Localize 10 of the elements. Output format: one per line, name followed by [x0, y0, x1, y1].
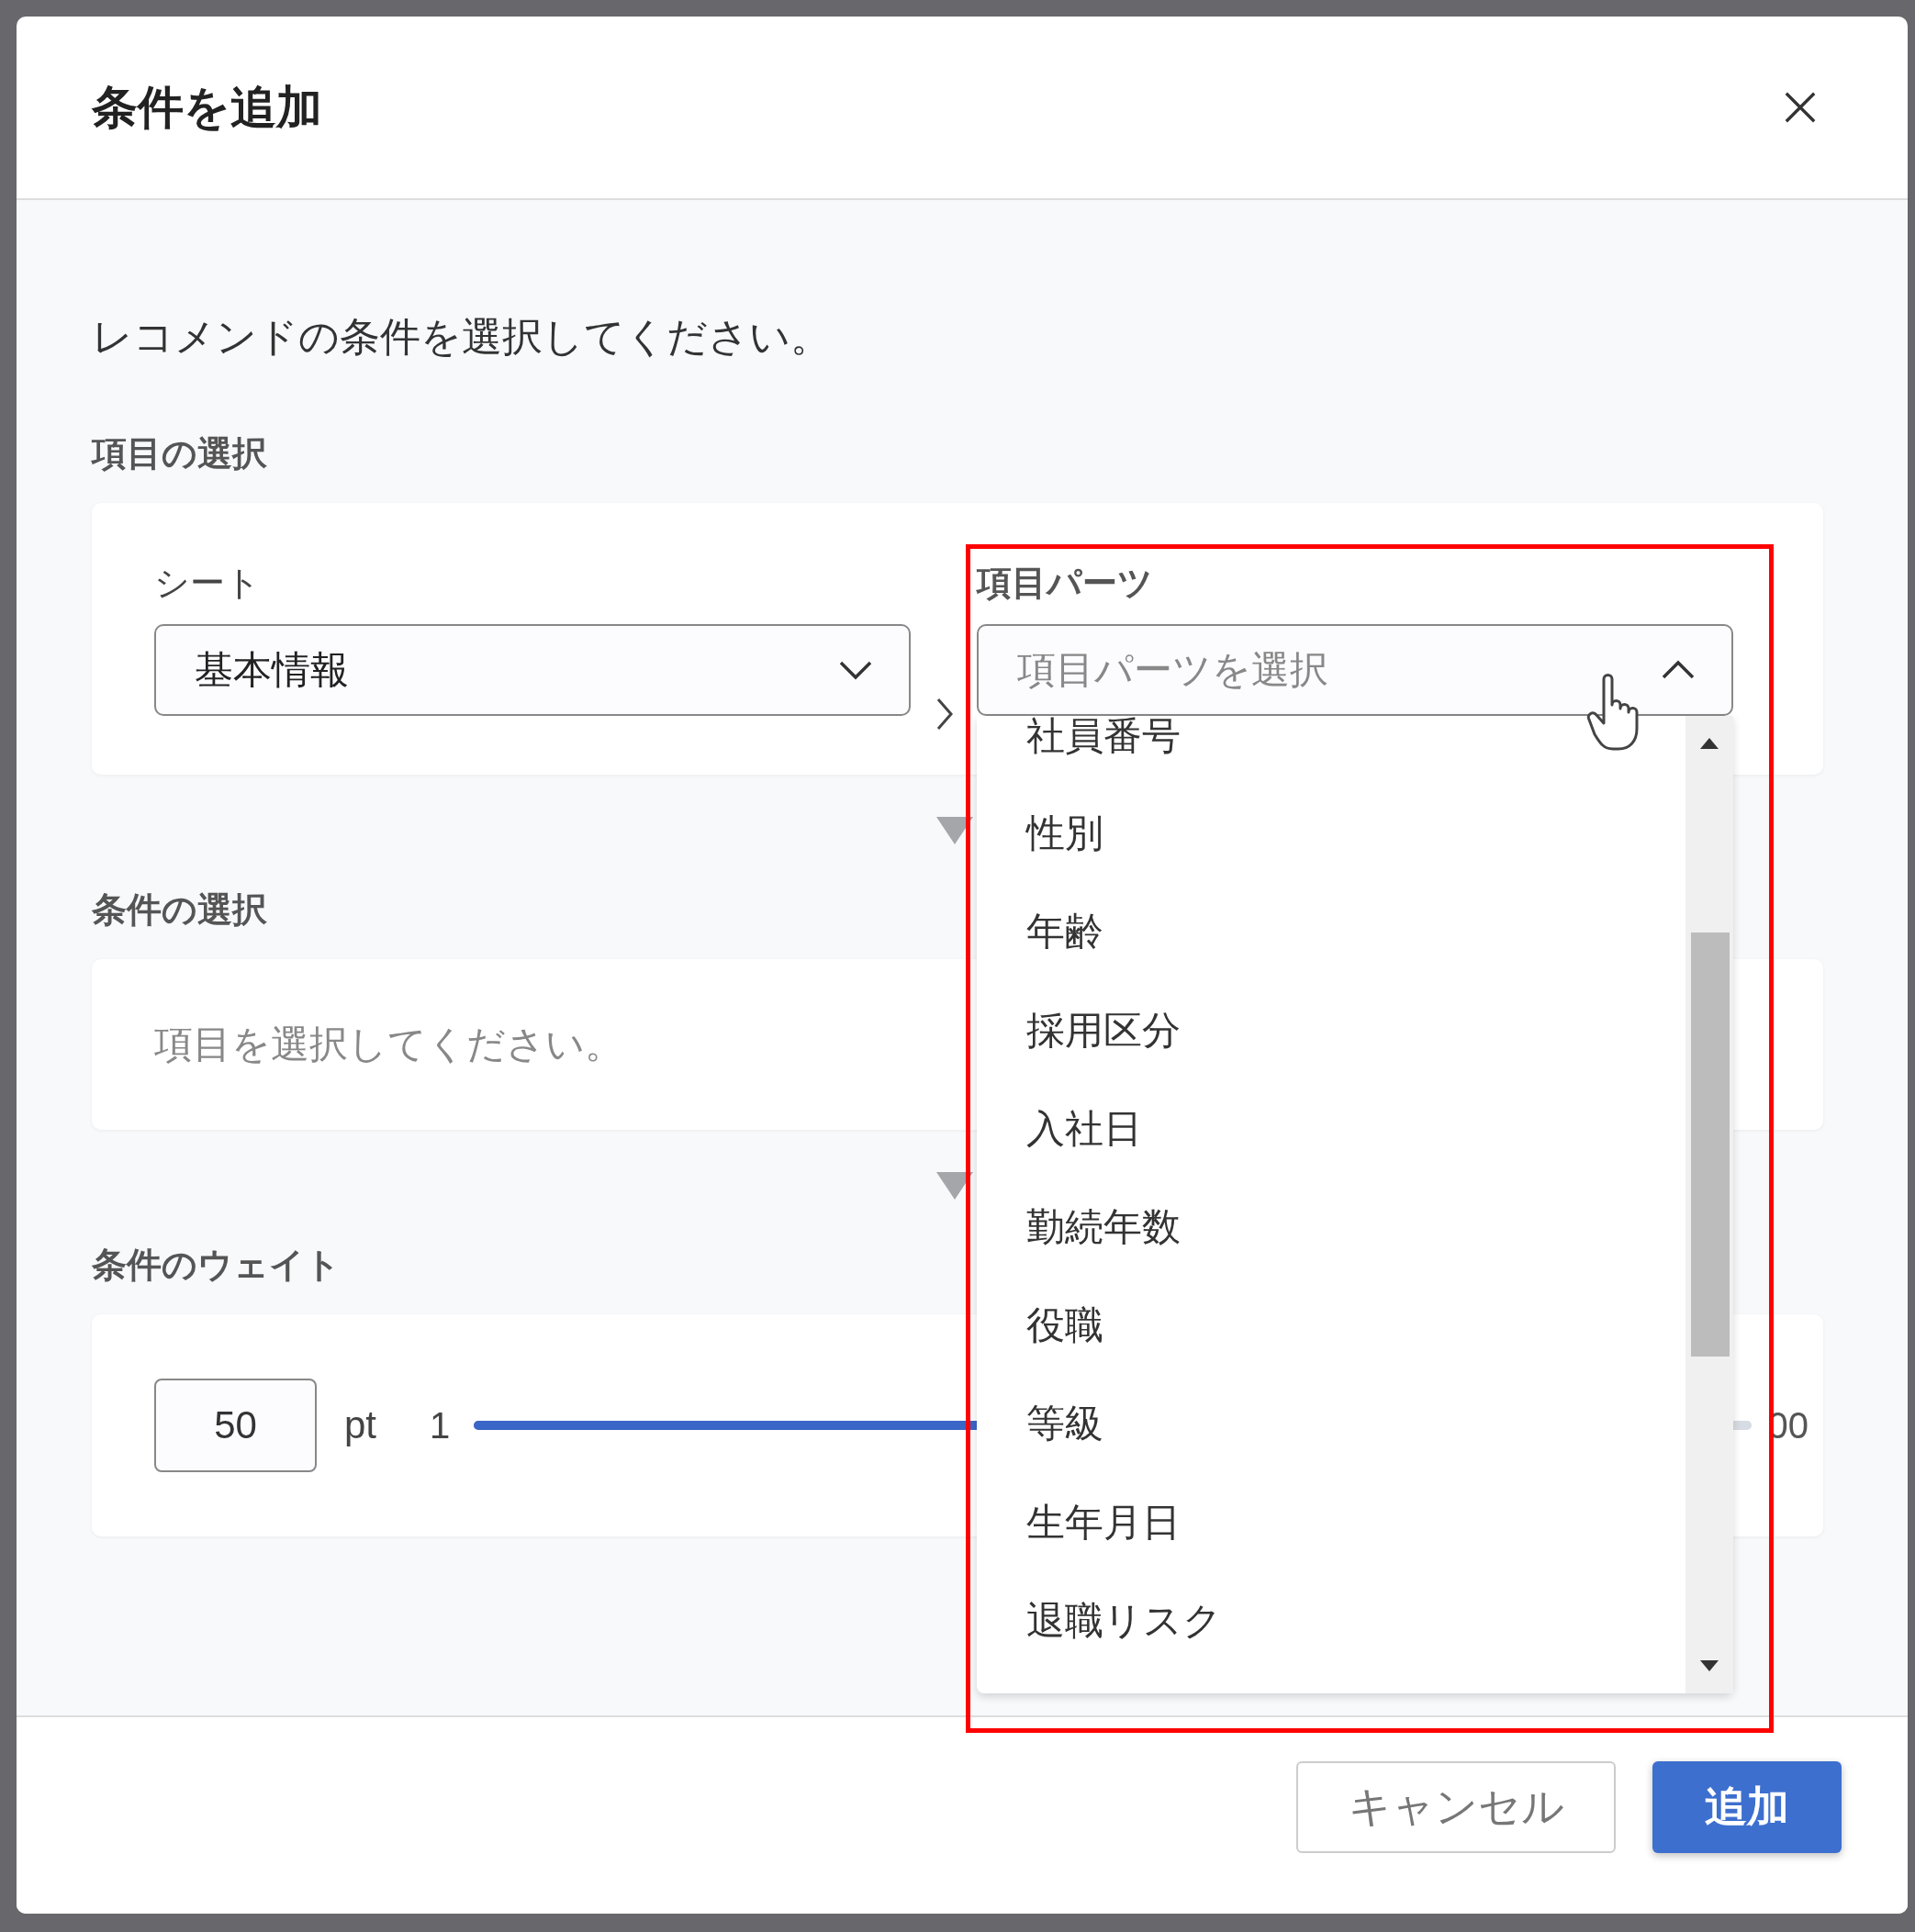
section-label: 項目の選択: [92, 433, 267, 475]
instruction-text: レコメンドの条件を選択してください。: [92, 313, 831, 361]
field-label: 項目パーツ: [977, 563, 1153, 604]
empty-message: 項目を選択してください。: [154, 1022, 623, 1067]
section-label: 条件のウェイト: [92, 1245, 341, 1286]
unit-label: pt: [344, 1403, 377, 1447]
min-label: 1: [430, 1404, 451, 1446]
dialog-title: 条件を追加: [92, 80, 322, 135]
section-label: 条件の選択: [92, 889, 267, 931]
field-label: シート: [154, 563, 261, 604]
